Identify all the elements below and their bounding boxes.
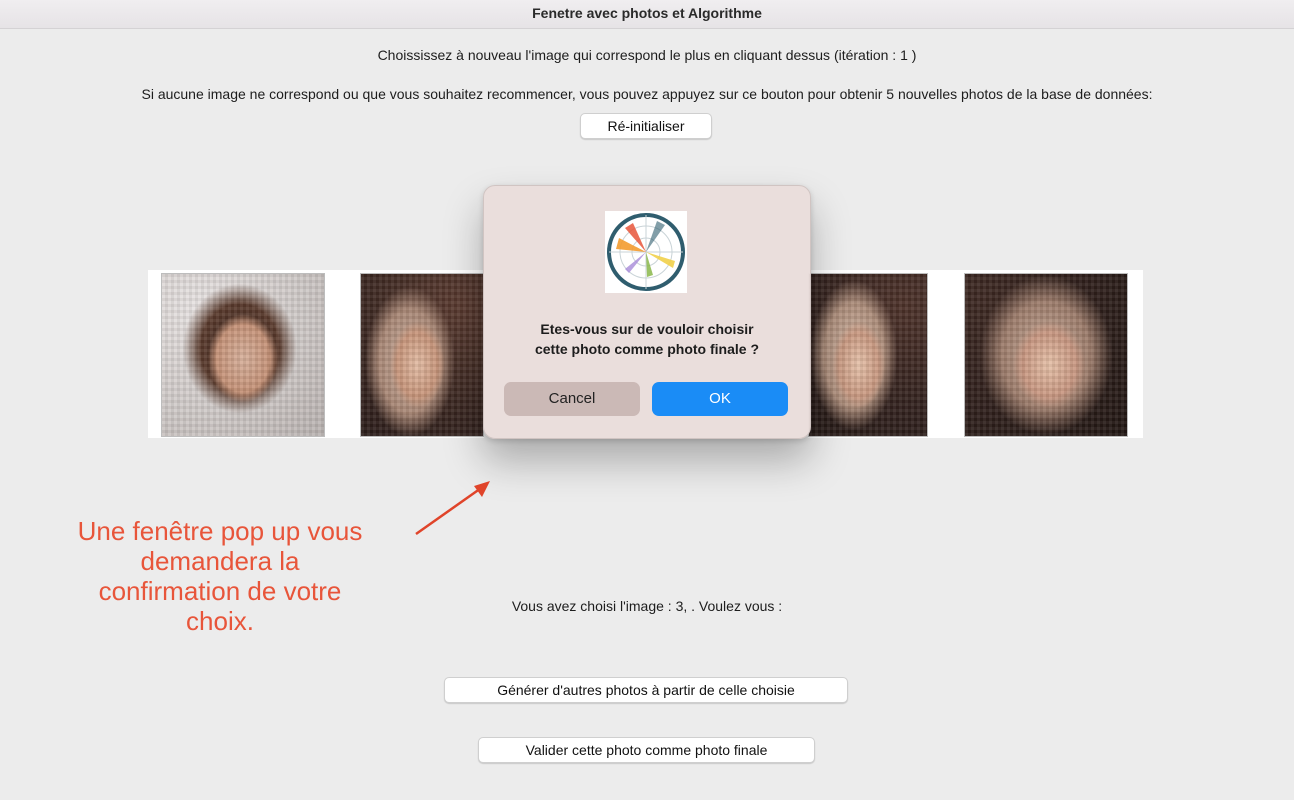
window-title-bar: Fenetre avec photos et Algorithme bbox=[0, 0, 1294, 29]
photo-frame-2[interactable] bbox=[354, 270, 484, 438]
confirm-dialog: Etes-vous sur de vouloir choisir cette p… bbox=[483, 185, 811, 439]
tutorial-annotation: Une fenêtre pop up vous demandera la con… bbox=[40, 516, 400, 636]
photo-frame-1[interactable] bbox=[148, 270, 354, 438]
polar-chart-app-icon bbox=[605, 211, 687, 293]
annotation-arrow-icon bbox=[415, 481, 490, 536]
instruction-iteration: Choississez à nouveau l'image qui corres… bbox=[377, 47, 917, 63]
photo-frame-5[interactable] bbox=[958, 270, 1143, 438]
instruction-reset: Si aucune image ne correspond ou que vou… bbox=[141, 86, 1153, 102]
window-title: Fenetre avec photos et Algorithme bbox=[532, 5, 762, 21]
cancel-button[interactable]: Cancel bbox=[504, 382, 640, 416]
generate-button[interactable]: Générer d'autres photos à partir de cell… bbox=[444, 677, 848, 703]
confirm-message-line-2: cette photo comme photo finale ? bbox=[534, 341, 759, 357]
photo-frame-4[interactable] bbox=[808, 270, 958, 438]
ok-button[interactable]: OK bbox=[652, 382, 788, 416]
photo-4[interactable] bbox=[808, 273, 928, 437]
photo-2[interactable] bbox=[360, 273, 484, 437]
photo-5[interactable] bbox=[964, 273, 1128, 437]
annotation-line-2: demandera la bbox=[140, 546, 300, 576]
photo-1[interactable] bbox=[161, 273, 325, 437]
selection-text: Vous avez choisi l'image : 3, . Voulez v… bbox=[511, 598, 783, 614]
validate-button[interactable]: Valider cette photo comme photo finale bbox=[478, 737, 815, 763]
annotation-line-1: Une fenêtre pop up vous bbox=[77, 516, 363, 546]
confirm-message-line-1: Etes-vous sur de vouloir choisir bbox=[540, 321, 754, 337]
reset-button[interactable]: Ré-initialiser bbox=[580, 113, 712, 139]
confirm-message: Etes-vous sur de vouloir choisir cette p… bbox=[484, 319, 810, 359]
